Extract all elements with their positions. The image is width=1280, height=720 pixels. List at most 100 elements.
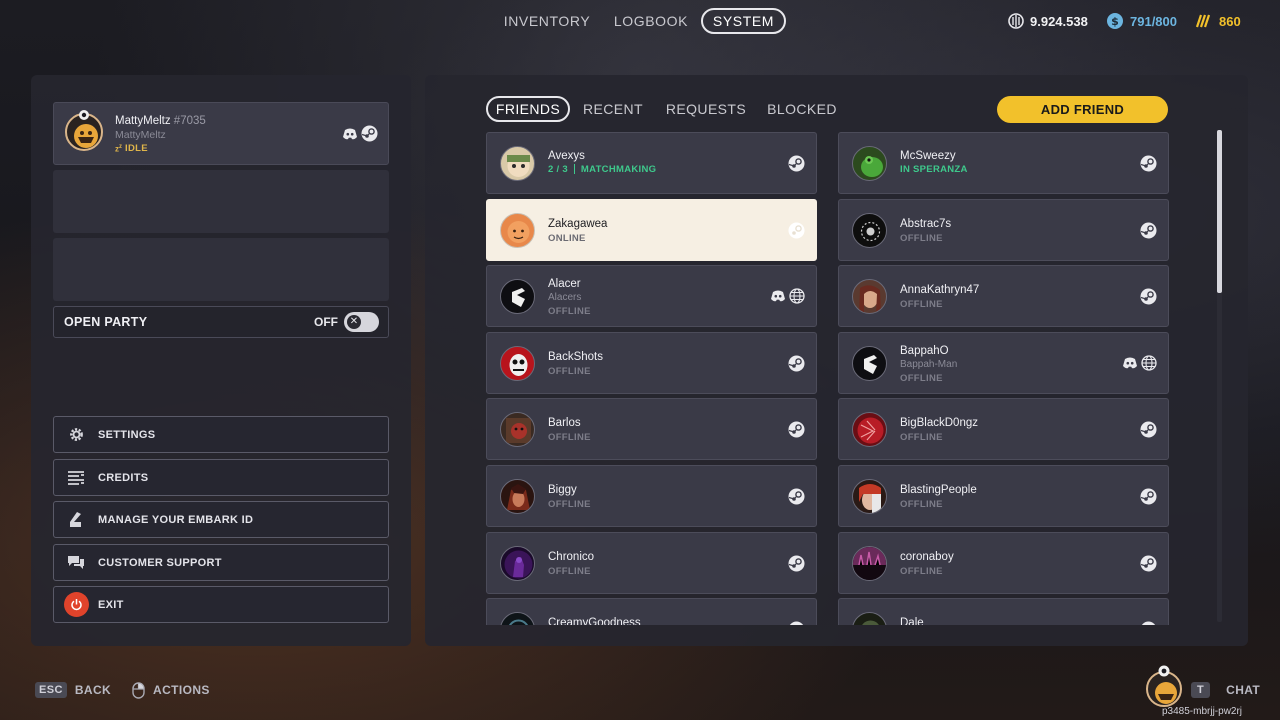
actions-label: ACTIONS [153, 683, 210, 697]
customer-support-button[interactable]: CUSTOMER SUPPORT [53, 544, 389, 581]
status-separator [573, 164, 575, 175]
friend-card[interactable]: Chronico OFFLINE [486, 532, 817, 594]
back-hint[interactable]: ESC BACK [35, 680, 111, 700]
tab-requests[interactable]: REQUESTS [663, 96, 749, 122]
platform-icons [1140, 421, 1157, 438]
party-slot-empty[interactable] [53, 238, 389, 301]
open-party-state: OFF [314, 315, 338, 329]
manage-embark-id-label: MANAGE YOUR EMBARK ID [98, 513, 254, 526]
friend-status: OFFLINE [900, 499, 943, 510]
friend-card[interactable]: Alacer Alacers OFFLINE [486, 265, 817, 327]
avatar [852, 346, 887, 381]
friend-name: BackShots [548, 351, 603, 363]
tab-blocked[interactable]: BLOCKED [764, 96, 840, 122]
discord-icon [343, 128, 357, 139]
steam-icon [788, 222, 805, 239]
currency-vouchers: 860 [1195, 8, 1241, 34]
friend-card[interactable]: CreamyGoodness [486, 598, 817, 625]
platform-icons [1140, 155, 1157, 172]
friend-card[interactable]: Dale [838, 598, 1169, 625]
platform-icons [788, 488, 805, 505]
top-navigation: INVENTORY LOGBOOK SYSTEM 9.924.538 $ 791… [0, 8, 1280, 36]
friend-status: OFFLINE [900, 373, 943, 384]
friend-card[interactable]: BigBlackD0ngz OFFLINE [838, 398, 1169, 460]
esc-key: ESC [35, 682, 67, 698]
open-party-label: OPEN PARTY [64, 315, 148, 329]
friend-card[interactable]: coronaboy OFFLINE [838, 532, 1169, 594]
friend-card[interactable]: AnnaKathryn47 OFFLINE [838, 265, 1169, 327]
friend-card[interactable]: Avexys 2 / 3 MATCHMAKING [486, 132, 817, 194]
steam-icon [1140, 222, 1157, 239]
manage-embark-id-button[interactable]: MANAGE YOUR EMBARK ID [53, 501, 389, 538]
scrollbar-thumb[interactable] [1217, 130, 1222, 293]
mouse-icon [132, 681, 145, 699]
t-key: T [1191, 682, 1211, 698]
friend-card[interactable]: Abstrac7s OFFLINE [838, 199, 1169, 261]
actions-hint[interactable]: ACTIONS [132, 680, 210, 700]
friend-card[interactable]: BappahO Bappah-Man OFFLINE [838, 332, 1169, 394]
steam-icon [1141, 621, 1156, 625]
tab-friends[interactable]: FRIENDS [486, 96, 570, 122]
tab-recent[interactable]: RECENT [580, 96, 646, 122]
exit-button[interactable]: EXIT [53, 586, 389, 623]
profile-card[interactable]: MattyMeltz #7035 MattyMeltz zz IDLE [53, 102, 389, 165]
profile-crown-icon [78, 107, 90, 120]
session-id: p3485-mbrjj-pw2rj [1162, 706, 1243, 717]
friend-status: 2 / 3 MATCHMAKING [548, 164, 656, 175]
friends-list[interactable]: Avexys 2 / 3 MATCHMAKING McSweezy IN SPE… [486, 132, 1172, 625]
avatar [852, 146, 887, 181]
credits-label: CREDITS [98, 471, 149, 484]
avatar [500, 412, 535, 447]
friend-name: Biggy [548, 484, 577, 496]
friend-card[interactable]: Biggy OFFLINE [486, 465, 817, 527]
friend-name: McSweezy [900, 150, 956, 162]
friend-status: OFFLINE [548, 432, 591, 443]
steam-icon [789, 621, 804, 625]
friend-status: OFFLINE [900, 299, 943, 310]
left-panel: MattyMeltz #7035 MattyMeltz zz IDLE OPEN… [31, 75, 411, 646]
settings-button[interactable]: SETTINGS [53, 416, 389, 453]
friend-status: ONLINE [548, 233, 586, 244]
steam-icon [1140, 555, 1157, 572]
friends-scrollbar[interactable] [1217, 130, 1222, 622]
friend-name: coronaboy [900, 551, 954, 563]
open-party-toggle[interactable]: ✕ [344, 312, 379, 332]
platform-icons [1140, 288, 1157, 305]
platform-icons [1122, 355, 1157, 371]
friend-status: OFFLINE [548, 366, 591, 377]
party-slot-empty[interactable] [53, 170, 389, 233]
friend-name: BappahO [900, 345, 949, 357]
avatar [500, 279, 535, 314]
friend-card-selected[interactable]: Zakagawea ONLINE [486, 199, 817, 261]
embark-logo-icon [512, 288, 525, 307]
chat-crown-icon [1158, 664, 1170, 677]
steam-icon [1140, 155, 1157, 172]
multibucks-icon: $ [1107, 13, 1123, 29]
tab-logbook[interactable]: LOGBOOK [608, 8, 694, 34]
avatar [500, 146, 535, 181]
party-count: 2 / 3 [548, 164, 568, 175]
friends-panel: FRIENDS RECENT REQUESTS BLOCKED ADD FRIE… [425, 75, 1248, 646]
tab-inventory[interactable]: INVENTORY [497, 8, 597, 34]
friend-card[interactable]: McSweezy IN SPERANZA [838, 132, 1169, 194]
close-icon: ✕ [349, 316, 359, 327]
platform-icons [770, 288, 805, 304]
friend-card[interactable]: Barlos OFFLINE [486, 398, 817, 460]
gear-icon [54, 426, 98, 443]
platform-icons [788, 555, 805, 572]
friend-card[interactable]: BackShots OFFLINE [486, 332, 817, 394]
chat-hint[interactable]: T CHAT [1191, 680, 1260, 700]
friend-status: IN SPERANZA [900, 164, 968, 175]
credits-button[interactable]: CREDITS [53, 459, 389, 496]
steam-icon [788, 155, 805, 172]
currency-multibucks: $ 791/800 [1106, 8, 1177, 34]
chat-label: CHAT [1226, 683, 1261, 697]
add-friend-button[interactable]: ADD FRIEND [997, 96, 1168, 123]
status-text: MATCHMAKING [580, 164, 657, 175]
friend-card[interactable]: BlastingPeople OFFLINE [838, 465, 1169, 527]
tab-system[interactable]: SYSTEM [701, 8, 786, 34]
profile-name-line: MattyMeltz #7035 [115, 115, 206, 127]
open-party-row: OPEN PARTY OFF ✕ [53, 306, 389, 338]
avatar [500, 612, 535, 625]
credits-list-icon [54, 470, 98, 486]
